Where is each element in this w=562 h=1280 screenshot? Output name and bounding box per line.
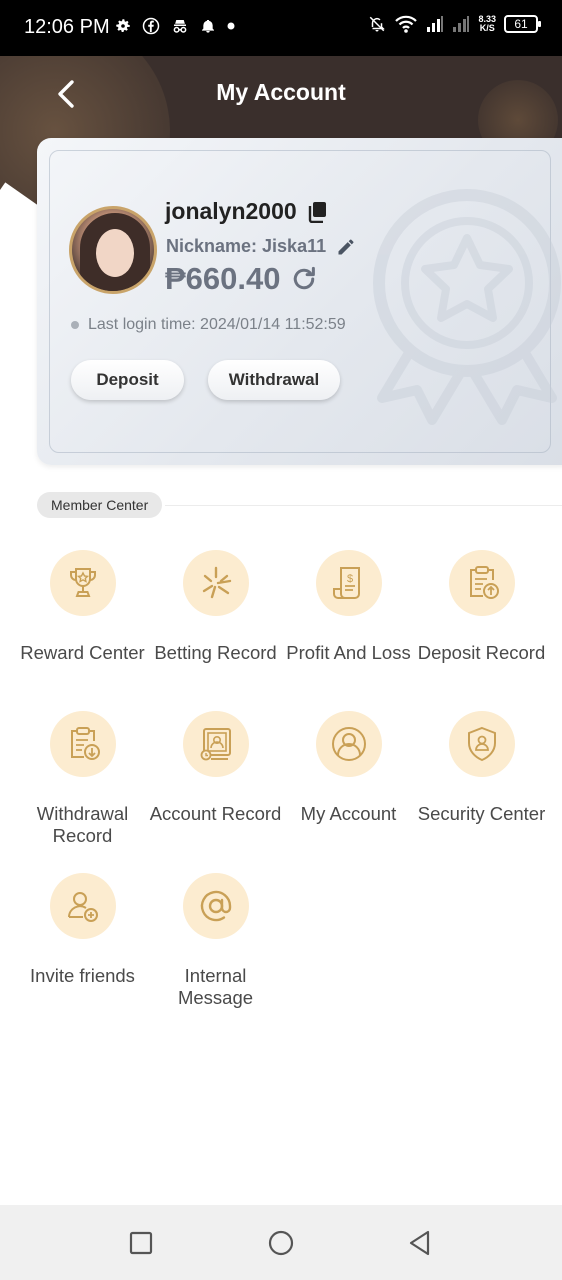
receipt-icon: $ (332, 567, 360, 599)
icon-circle (49, 873, 116, 939)
status-bar: 12:06 PM 8.33 K/S 61 (0, 0, 562, 56)
system-nav-bar (0, 1205, 562, 1280)
withdrawal-record-icon (70, 727, 100, 760)
icon-circle (49, 711, 116, 777)
page-title: My Account (216, 79, 346, 105)
divider (165, 505, 562, 506)
menu-item-security-center[interactable]: Security Center (415, 711, 548, 825)
menu-item-account-record[interactable]: Account Record (149, 711, 282, 825)
bell-icon (202, 20, 214, 33)
menu-item-label: Reward Center (20, 642, 145, 663)
menu-item-profit-and-loss[interactable]: $ Profit And Loss (282, 550, 415, 664)
invite-icon (67, 892, 98, 922)
home-button[interactable] (267, 1229, 295, 1257)
recents-button[interactable] (127, 1229, 155, 1257)
menu-item-label: Invite friends (30, 965, 135, 986)
deposit-button[interactable]: Deposit (71, 360, 184, 400)
menu-item-label: Deposit Record (417, 642, 546, 663)
icon-circle (182, 711, 249, 777)
menu-item-invite-friends[interactable]: Invite friends (16, 873, 149, 987)
profile-card: jonalyn2000 Nickname: Jiska11 ₱660.40 La… (37, 138, 562, 465)
signal-icon (453, 16, 470, 32)
menu-item-label: Betting Record (154, 642, 277, 663)
signal-icon (427, 16, 444, 32)
withdrawal-button[interactable]: Withdrawal (208, 360, 340, 400)
menu-item-label: Security Center (417, 803, 546, 824)
edit-icon[interactable] (336, 237, 356, 257)
incognito-icon (173, 20, 187, 33)
gear-icon (116, 19, 130, 32)
recents-icon (129, 1231, 153, 1255)
icon-circle (448, 550, 515, 616)
avatar[interactable] (69, 206, 157, 294)
icon-circle (49, 550, 116, 616)
menu-item-internal-message[interactable]: Internal Message (149, 873, 282, 1009)
refresh-icon[interactable] (289, 264, 319, 294)
at-icon (200, 890, 231, 922)
facebook-icon (142, 17, 160, 35)
trophy-icon (69, 568, 96, 597)
dot-icon (227, 22, 235, 30)
menu-item-label: Internal Message (177, 965, 254, 1008)
menu-item-deposit-record[interactable]: Deposit Record (415, 550, 548, 664)
user-icon (331, 727, 366, 761)
bell-off-icon (370, 16, 386, 32)
nav-back-button[interactable] (406, 1229, 434, 1257)
icon-circle (315, 711, 382, 777)
menu-item-reward-center[interactable]: Reward Center (16, 550, 149, 664)
deposit-record-icon (469, 566, 499, 599)
svg-text:$: $ (346, 573, 352, 585)
shield-icon (467, 726, 496, 762)
account-record-icon (200, 728, 231, 761)
battery-icon: 61 (504, 15, 541, 33)
home-icon (268, 1230, 294, 1256)
medal-watermark-icon (373, 189, 561, 425)
member-center-title: Member Center (37, 492, 163, 518)
menu-item-withdrawal-record[interactable]: Withdrawal Record (16, 711, 149, 847)
copy-icon[interactable] (307, 201, 327, 223)
menu-item-label: Withdrawal Record (36, 803, 129, 846)
status-time: 12:06 PM (24, 16, 110, 38)
betting-icon (202, 566, 231, 599)
balance: ₱660.40 (165, 261, 281, 296)
icon-circle (182, 873, 249, 939)
back-icon (409, 1230, 430, 1256)
menu-item-my-account[interactable]: My Account (282, 711, 415, 825)
username: jonalyn2000 (165, 198, 297, 224)
icon-circle: $ (315, 550, 382, 616)
menu-item-betting-record[interactable]: Betting Record (149, 550, 282, 664)
menu-item-label: Profit And Loss (286, 642, 411, 663)
status-dot (71, 321, 79, 329)
icon-circle (448, 711, 515, 777)
nickname: Nickname: Jiska11 (166, 236, 327, 256)
wifi-icon (395, 15, 418, 33)
icon-circle (182, 550, 249, 616)
net-speed: 8.33 K/S (478, 14, 496, 33)
menu-item-label: Account Record (149, 803, 282, 824)
menu-item-label: My Account (300, 803, 397, 824)
last-login-time: Last login time: 2024/01/14 11:52:59 (88, 316, 346, 333)
